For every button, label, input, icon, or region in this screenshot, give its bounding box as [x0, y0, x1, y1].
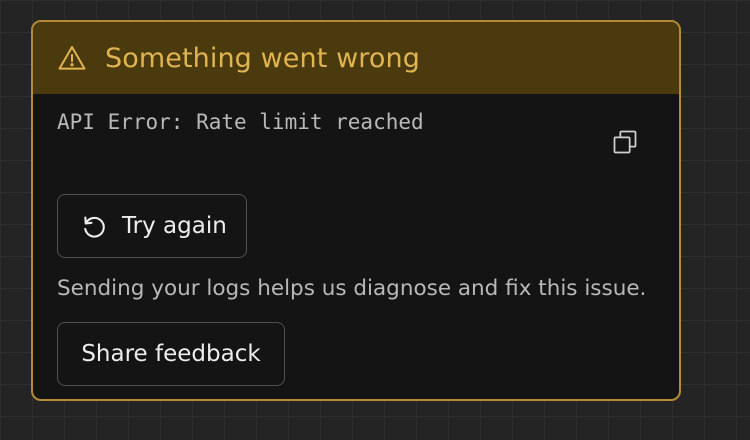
error-card-header: Something went wrong — [33, 22, 679, 94]
warning-triangle-icon — [57, 43, 87, 73]
try-again-button[interactable]: Try again — [57, 194, 247, 258]
try-again-label: Try again — [122, 213, 227, 239]
error-card: Something went wrong API Error: Rate lim… — [31, 20, 681, 401]
copy-icon — [611, 128, 639, 160]
share-feedback-label: Share feedback — [81, 341, 261, 367]
feedback-info-text: Sending your logs helps us diagnose and … — [57, 276, 647, 301]
copy-error-button[interactable] — [607, 126, 643, 162]
share-feedback-button[interactable]: Share feedback — [57, 322, 285, 386]
retry-icon — [80, 212, 108, 240]
error-card-body: API Error: Rate limit reached Try again … — [33, 94, 679, 399]
error-message: API Error: Rate limit reached — [57, 110, 424, 134]
error-title: Something went wrong — [105, 42, 420, 74]
